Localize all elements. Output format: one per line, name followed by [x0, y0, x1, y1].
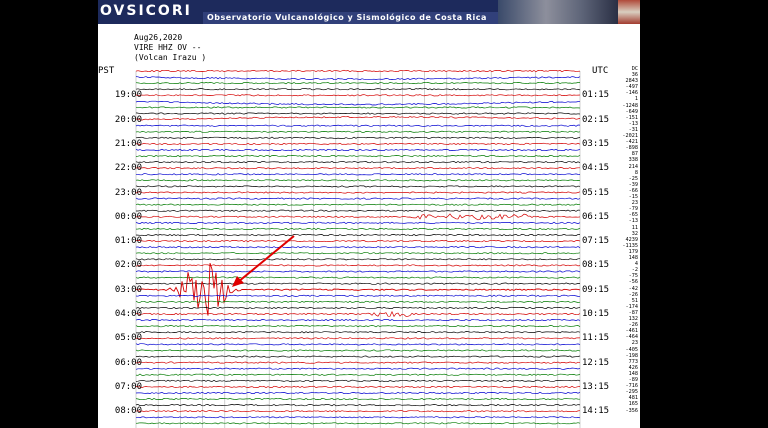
pst-time-label: 23:00: [114, 187, 142, 198]
trace-offset-value: -649: [625, 108, 639, 115]
trace-offset-value: -25: [628, 175, 638, 182]
utc-time-label: 14:15: [582, 406, 610, 417]
pst-time-label: 19:00: [114, 90, 142, 101]
seismogram-page: OVSICORI Observatorio Vulcanológico y Si…: [98, 0, 640, 428]
trace-offset-value: 214: [628, 163, 638, 170]
trace-offset-value: -42: [628, 285, 638, 292]
pst-time-label: 02:00: [114, 260, 142, 271]
utc-time-label: 03:15: [582, 138, 610, 149]
trace-offset-value: 1: [634, 96, 638, 103]
pst-time-label: 22:00: [114, 163, 142, 174]
utc-time-label: 07:15: [582, 236, 610, 247]
trace-offset-value: -1248: [622, 102, 638, 109]
pst-time-label: 07:00: [114, 381, 142, 392]
pst-time-label: 01:00: [114, 236, 142, 247]
utc-time-label: 08:15: [582, 260, 610, 271]
trace-offset-value: -356: [625, 407, 639, 414]
pst-time-label: 05:00: [114, 333, 142, 344]
trace-offset-value: 165: [628, 401, 638, 408]
trace-offset-value: 338: [628, 157, 638, 164]
pst-time-label: 08:00: [114, 406, 142, 417]
utc-time-label: 12:15: [582, 357, 610, 368]
pst-time-label: 20:00: [114, 114, 142, 125]
trace-offset-value: -13: [628, 218, 638, 225]
utc-time-label: 13:15: [582, 381, 610, 392]
utc-time-label: 10:15: [582, 309, 610, 319]
pst-time-label: 00:00: [114, 211, 142, 222]
trace-offset-value: -26: [628, 291, 638, 298]
trace-offset-value: 4239: [625, 236, 639, 243]
trace-offset-value: 23: [631, 340, 638, 347]
pst-time-label: 21:00: [114, 138, 142, 149]
trace-offset-value: -405: [625, 346, 639, 353]
trace-offset-value: 8: [634, 169, 638, 176]
helicorder-plot: [135, 69, 581, 428]
utc-time-label: 01:15: [582, 90, 610, 101]
trace-offset-value: 32: [631, 230, 638, 237]
trace-offset-value: -198: [625, 352, 639, 359]
pst-time-label: 06:00: [114, 357, 142, 368]
utc-time-label: 02:15: [582, 114, 610, 125]
utc-time-label: 09:15: [582, 284, 610, 295]
utc-time-label: 05:15: [582, 187, 610, 198]
pst-time-label: 03:00: [114, 284, 142, 295]
trace-offset-value: 773: [628, 358, 638, 365]
trace-offset-value: 51: [631, 297, 638, 304]
trace-offset-value: -56: [628, 279, 638, 286]
utc-time-label: 06:15: [582, 211, 610, 222]
trace-offset-value: -151: [625, 114, 639, 121]
utc-time-label: 11:15: [582, 333, 610, 344]
trace-offset-value: 11: [631, 224, 638, 231]
pst-time-label: 04:00: [114, 309, 142, 319]
utc-time-label: 04:15: [582, 163, 610, 174]
